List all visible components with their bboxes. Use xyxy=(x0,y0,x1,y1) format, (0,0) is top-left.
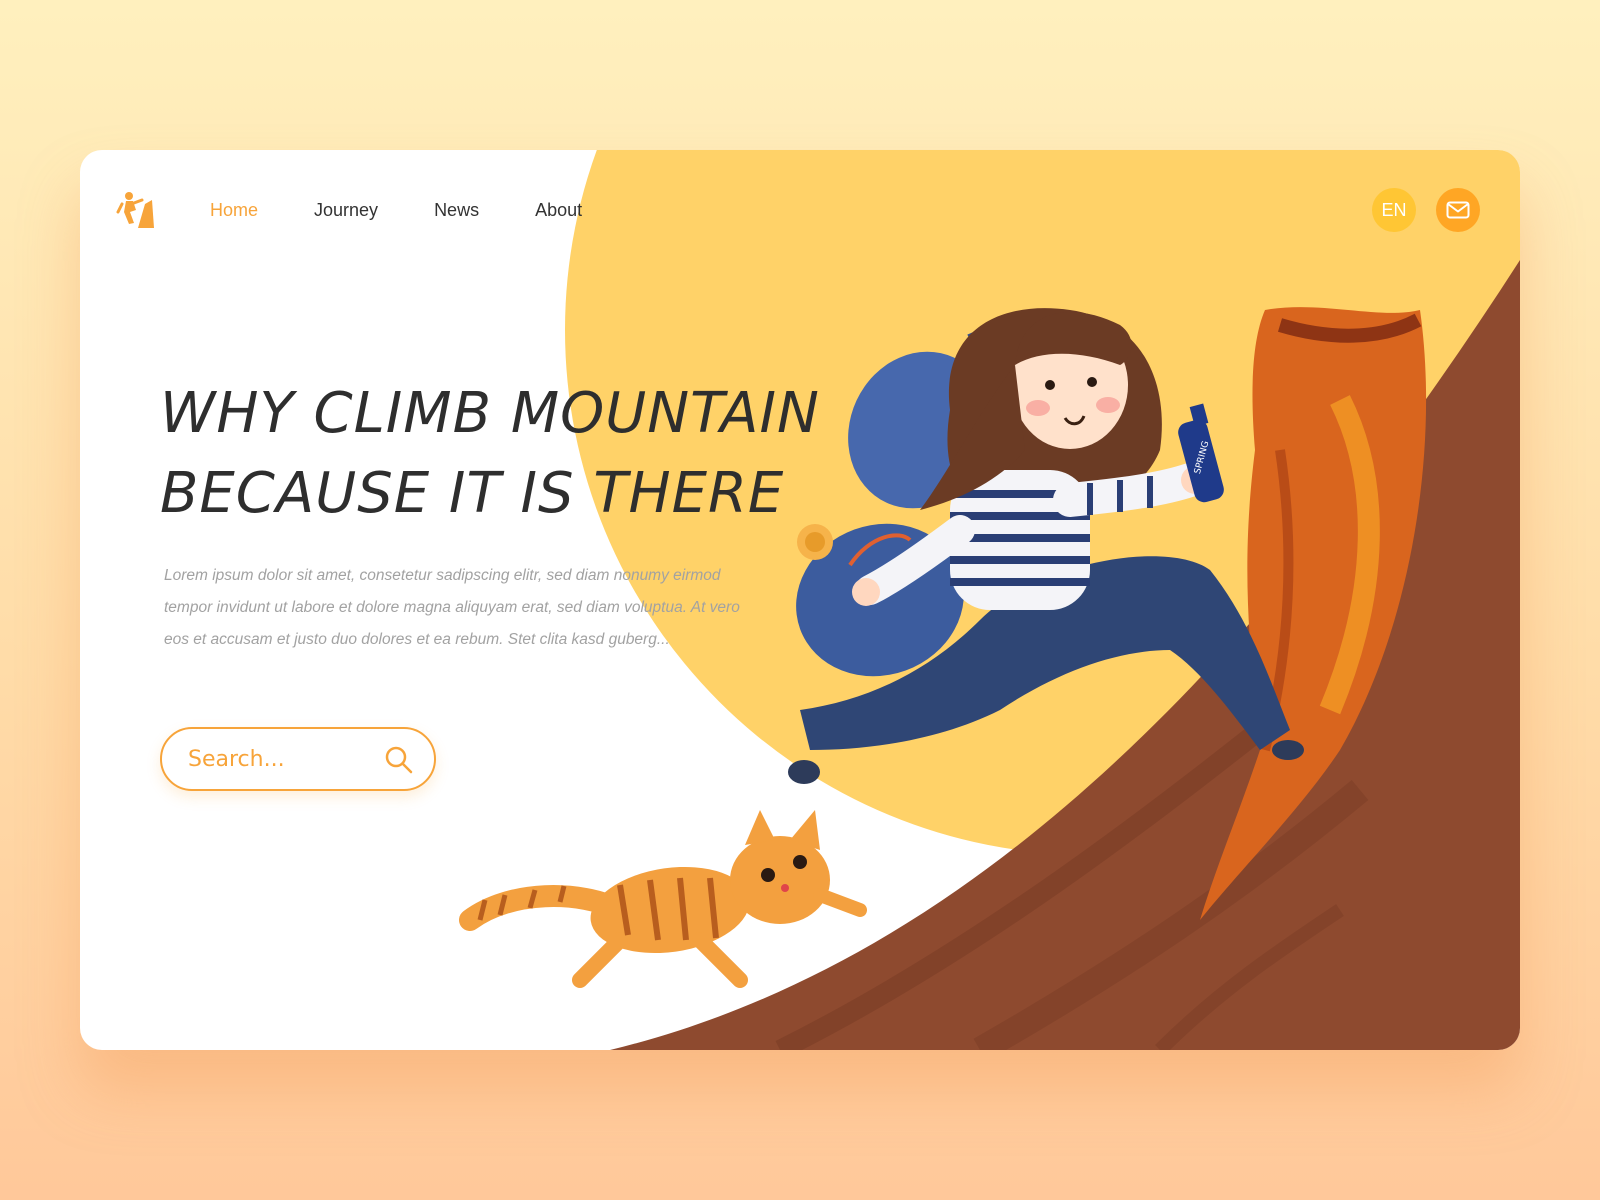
nav-item-about[interactable]: About xyxy=(535,198,582,222)
language-button[interactable]: EN xyxy=(1372,188,1416,232)
hero-description: Lorem ipsum dolor sit amet, consetetur s… xyxy=(164,567,740,648)
search-icon[interactable] xyxy=(384,745,414,775)
climber-icon[interactable] xyxy=(116,190,156,230)
hero-card: SPRING Home Journey News About EN WHY CL… xyxy=(80,150,1520,1050)
nav-item-journey[interactable]: Journey xyxy=(314,198,378,222)
search-input[interactable] xyxy=(188,743,368,775)
mail-button[interactable] xyxy=(1436,188,1480,232)
hero-title: WHY CLIMB MOUNTAIN BECAUSE IT IS THERE xyxy=(160,374,820,534)
cat-character xyxy=(459,810,867,988)
search-box xyxy=(160,727,436,791)
nav-item-home[interactable]: Home xyxy=(210,198,258,222)
mail-icon xyxy=(1446,201,1470,219)
hero-title-line-1: WHY CLIMB MOUNTAIN xyxy=(160,381,820,446)
hero-title-line-2: BECAUSE IT IS THERE xyxy=(160,461,785,526)
main-nav: Home Journey News About xyxy=(210,198,638,222)
nav-item-news[interactable]: News xyxy=(434,198,479,222)
